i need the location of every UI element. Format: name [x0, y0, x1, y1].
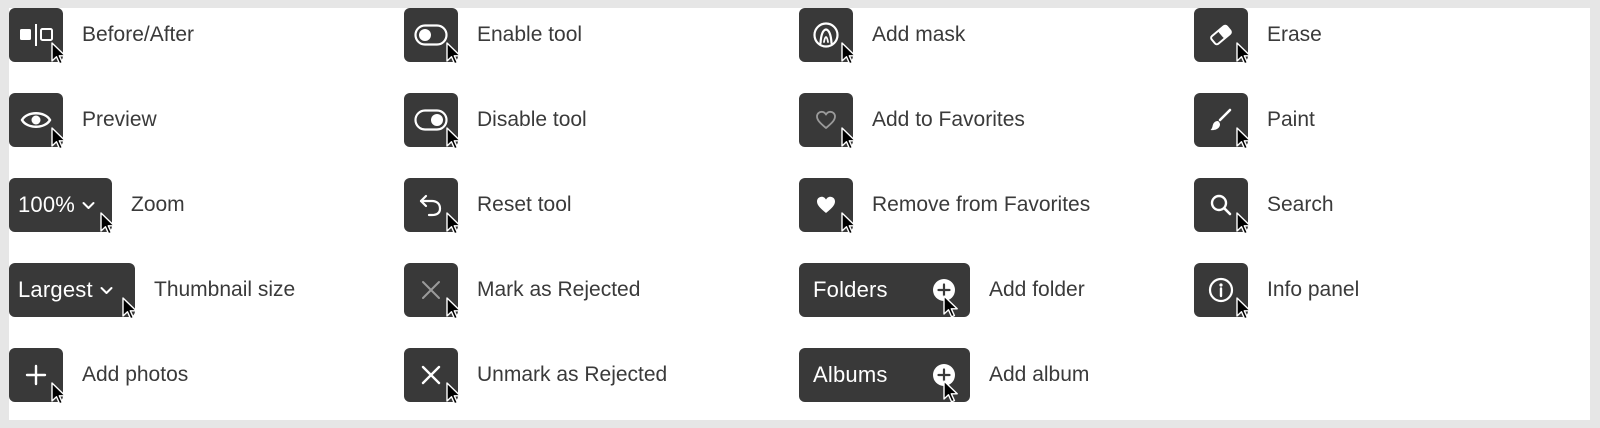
zoom-label: Zoom [131, 193, 185, 216]
add-album-label: Add album [989, 363, 1090, 386]
enable-tool-label: Enable tool [477, 23, 583, 46]
toggle-on-icon [414, 109, 448, 131]
x-icon [420, 279, 442, 301]
search-icon [1209, 193, 1233, 217]
albums-button[interactable]: Albums [799, 348, 970, 402]
chevron-down-icon [82, 201, 95, 210]
search-label: Search [1267, 193, 1334, 216]
add-favorites-label: Add to Favorites [872, 108, 1025, 131]
thumbnail-size-dropdown[interactable]: Largest [9, 263, 135, 317]
remove-favorites-label: Remove from Favorites [872, 193, 1091, 216]
legend-item-add-album: Albums Add album [799, 348, 1089, 402]
x-icon [420, 364, 442, 386]
remove-favorites-button[interactable] [799, 178, 853, 232]
legend-item-reset-tool: Reset tool [404, 178, 572, 232]
brush-icon [1208, 107, 1234, 133]
legend-item-enable-tool: Enable tool [404, 8, 582, 62]
thumbnail-size-value: Largest [18, 277, 93, 302]
chevron-down-icon [100, 286, 113, 295]
plus-circle-icon[interactable] [932, 278, 956, 302]
info-panel-label: Info panel [1267, 278, 1360, 301]
unmark-rejected-button[interactable] [404, 348, 458, 402]
info-icon [1208, 277, 1234, 303]
legend-item-add-mask: Add mask [799, 8, 965, 62]
legend-item-mark-rejected: Mark as Rejected [404, 263, 640, 317]
albums-button-text: Albums [813, 362, 888, 387]
toggle-off-icon [414, 24, 448, 46]
zoom-dropdown[interactable]: 100% [9, 178, 112, 232]
legend-item-info-panel: Info panel [1194, 263, 1359, 317]
undo-arrow-icon [418, 192, 444, 218]
erase-button[interactable] [1194, 8, 1248, 62]
plus-icon [25, 364, 47, 386]
before-after-icon [19, 24, 53, 46]
plus-circle-icon[interactable] [932, 363, 956, 387]
reset-tool-label: Reset tool [477, 193, 572, 216]
legend-item-before-after: Before/After [9, 8, 194, 62]
eye-icon [20, 109, 52, 131]
mark-rejected-label: Mark as Rejected [477, 278, 641, 301]
paint-button[interactable] [1194, 93, 1248, 147]
add-folder-label: Add folder [989, 278, 1085, 301]
legend-item-thumbnail-size: Largest Thumbnail size [9, 263, 295, 317]
legend-item-unmark-rejected: Unmark as Rejected [404, 348, 667, 402]
add-photos-button[interactable] [9, 348, 63, 402]
legend-item-remove-favorites: Remove from Favorites [799, 178, 1090, 232]
legend-item-paint: Paint [1194, 93, 1315, 147]
erase-label: Erase [1267, 23, 1322, 46]
enable-tool-button[interactable] [404, 8, 458, 62]
legend-item-add-favorites: Add to Favorites [799, 93, 1025, 147]
legend-item-search: Search [1194, 178, 1334, 232]
add-favorites-button[interactable] [799, 93, 853, 147]
eraser-icon [1208, 22, 1234, 48]
info-panel-button[interactable] [1194, 263, 1248, 317]
add-photos-label: Add photos [82, 363, 189, 386]
legend-item-add-folder: Folders Add folder [799, 263, 1085, 317]
heart-outline-icon [815, 110, 837, 130]
zoom-value: 100% [18, 192, 76, 217]
preview-label: Preview [82, 108, 157, 131]
add-mask-button[interactable] [799, 8, 853, 62]
folders-button[interactable]: Folders [799, 263, 970, 317]
search-button[interactable] [1194, 178, 1248, 232]
icon-legend-sheet: Before/After Preview 100% Zoom Largest T… [9, 8, 1590, 420]
legend-item-disable-tool: Disable tool [404, 93, 587, 147]
thumbnail-size-label: Thumbnail size [154, 278, 296, 301]
disable-tool-button[interactable] [404, 93, 458, 147]
legend-item-preview: Preview [9, 93, 157, 147]
reset-tool-button[interactable] [404, 178, 458, 232]
before-after-button[interactable] [9, 8, 63, 62]
heart-filled-icon [815, 195, 837, 215]
folders-button-text: Folders [813, 277, 888, 302]
legend-item-erase: Erase [1194, 8, 1322, 62]
mark-rejected-button[interactable] [404, 263, 458, 317]
add-mask-label: Add mask [872, 23, 966, 46]
disable-tool-label: Disable tool [477, 108, 587, 131]
legend-item-add-photos: Add photos [9, 348, 188, 402]
unmark-rejected-label: Unmark as Rejected [477, 363, 668, 386]
mask-icon [812, 21, 840, 49]
before-after-label: Before/After [82, 23, 195, 46]
legend-item-zoom: 100% Zoom [9, 178, 185, 232]
paint-label: Paint [1267, 108, 1315, 131]
preview-button[interactable] [9, 93, 63, 147]
